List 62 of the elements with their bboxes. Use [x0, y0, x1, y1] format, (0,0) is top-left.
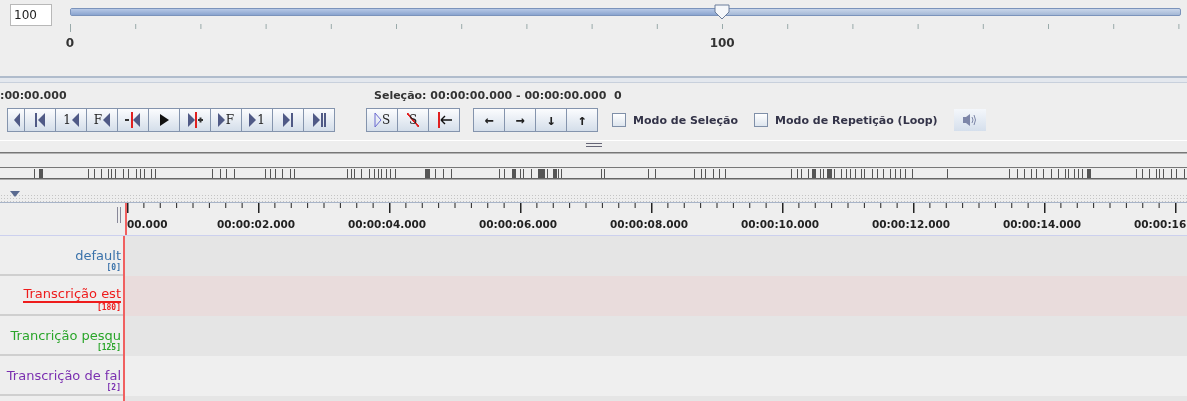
time-label: 00:00:16 — [1134, 218, 1187, 230]
step-back-icon — [102, 112, 111, 128]
step-forward-icon — [217, 112, 226, 128]
transport-button[interactable]: 1 — [55, 108, 87, 132]
transport-button[interactable] — [24, 108, 56, 132]
tier-count: [2] — [106, 383, 121, 392]
time-label: 00.000 — [127, 218, 168, 230]
step-back-icon — [70, 112, 79, 128]
resize-handle[interactable] — [117, 207, 121, 223]
current-time: :00:00.000 — [0, 88, 68, 102]
tier-count: [180] — [96, 303, 121, 312]
tier-name[interactable]: default — [75, 248, 121, 263]
transport-button[interactable] — [7, 108, 25, 132]
arrow-button[interactable]: ← — [473, 108, 505, 132]
time-label: 00:00:06.000 — [479, 218, 558, 230]
ruler-label: 0 — [65, 36, 75, 50]
skip-forward-icon — [282, 112, 294, 128]
transport-button[interactable]: F — [210, 108, 242, 132]
transport-button[interactable]: 1 — [241, 108, 273, 132]
tier-name[interactable]: Transcrição de fal — [6, 368, 121, 383]
step-forward-icon — [249, 112, 258, 128]
skip-back-icon — [34, 112, 46, 128]
splitter-grip[interactable] — [585, 143, 602, 147]
ruler-label: 100 — [709, 36, 735, 50]
transport-button[interactable] — [117, 108, 149, 132]
transport-button[interactable] — [179, 108, 211, 132]
transport-button[interactable] — [303, 108, 335, 132]
tier-name[interactable]: Transcrição est — [23, 286, 121, 303]
checkbox[interactable] — [612, 113, 626, 127]
arrow-button[interactable]: ↑ — [566, 108, 598, 132]
time-label: 00:00:14.000 — [1003, 218, 1082, 230]
play-selection-icon — [373, 112, 382, 128]
time-label: 00:00:12.000 — [872, 218, 951, 230]
checkbox-label: Modo de Repetição (Loop) — [775, 113, 938, 127]
cursor-forward-icon — [187, 112, 203, 128]
play-pause-icon — [311, 112, 327, 128]
zoom-slider[interactable] — [70, 8, 1181, 16]
transport-button[interactable]: S — [366, 108, 398, 132]
transport-button[interactable] — [428, 108, 460, 132]
tier-count: [125] — [96, 343, 121, 352]
time-label: 00:00:04.000 — [348, 218, 427, 230]
play-icon — [158, 112, 170, 128]
arrow-button[interactable]: ↓ — [535, 108, 567, 132]
cursor-back-icon — [125, 112, 141, 128]
selection-info: Seleção: 00:00:00.000 - 00:00:00.000 0 — [374, 88, 622, 102]
step-back-icon — [12, 112, 20, 128]
tier-count: [0] — [106, 263, 121, 272]
to-begin-icon — [436, 112, 452, 128]
checkbox[interactable] — [754, 113, 769, 127]
zoom-field[interactable]: 100 — [10, 4, 52, 26]
time-label: 00:00:02.000 — [217, 218, 296, 230]
arrow-button[interactable]: → — [504, 108, 536, 132]
time-label: 00:00:08.000 — [610, 218, 689, 230]
volume-button[interactable] — [953, 109, 986, 131]
transport-button[interactable] — [272, 108, 304, 132]
speaker-icon — [961, 113, 978, 127]
transport-button[interactable]: F — [86, 108, 118, 132]
checkbox-label: Modo de Seleção — [633, 113, 739, 127]
time-label: 00:00:10.000 — [741, 218, 820, 230]
slider-thumb[interactable] — [714, 4, 731, 20]
play-button[interactable] — [148, 108, 180, 132]
dropdown-caret-icon[interactable] — [10, 191, 20, 198]
